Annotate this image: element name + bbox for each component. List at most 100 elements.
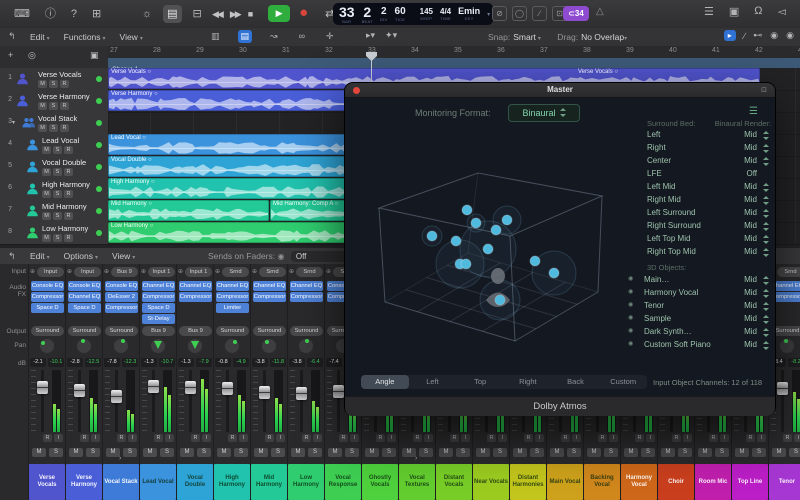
audio-fx-slot[interactable]: Compressor [31, 292, 64, 302]
i-button[interactable]: I [128, 434, 137, 442]
speaker-object-dot[interactable] [462, 205, 472, 215]
r-button[interactable]: R [413, 434, 422, 442]
r-button[interactable]: R [524, 434, 533, 442]
pan-knob[interactable] [113, 338, 129, 354]
channel-name[interactable]: Choir [658, 464, 694, 500]
input-slot[interactable]: Input [37, 267, 64, 277]
i-button[interactable]: I [165, 434, 174, 442]
audio-fx-slot[interactable]: Compressor [290, 292, 323, 302]
i-button[interactable]: I [720, 434, 729, 442]
peak-db-value[interactable]: -6.4 [307, 358, 323, 367]
channel-name[interactable]: High Harmony [214, 464, 250, 500]
collaboration-icon[interactable]: Ω [754, 5, 762, 18]
record-enable-dot[interactable] [96, 120, 102, 126]
r-button[interactable]: R [783, 434, 792, 442]
i-button[interactable]: I [498, 434, 507, 442]
audio-fx-slot[interactable]: Channel EQ [771, 281, 800, 291]
pan-knob[interactable] [150, 338, 166, 354]
m-button[interactable]: M [38, 80, 47, 88]
r-button[interactable]: R [450, 434, 459, 442]
m-button[interactable]: M [624, 448, 638, 457]
pan-knob[interactable] [187, 338, 203, 354]
audio-fx-slot[interactable]: Channel EQ [253, 281, 286, 291]
input-slot[interactable]: Srnd [259, 267, 286, 277]
i-button[interactable]: I [609, 434, 618, 442]
track-header[interactable]: 5Vocal DoubleMSR [0, 156, 109, 178]
audio-fx-slot[interactable]: Channel EQ [290, 281, 323, 291]
record-enable-dot[interactable] [96, 76, 102, 82]
m-button[interactable]: M [328, 448, 342, 457]
channel-name[interactable]: Verse Vocals [29, 464, 65, 500]
i-button[interactable]: I [54, 434, 63, 442]
forward-icon[interactable]: ▶▶ [230, 9, 240, 19]
r-button[interactable]: R [64, 168, 73, 176]
r-button[interactable]: R [60, 124, 69, 132]
speaker-object-dot[interactable] [461, 259, 471, 269]
s-button[interactable]: S [53, 146, 62, 154]
s-button[interactable]: S [382, 448, 396, 457]
m-button[interactable]: M [439, 448, 453, 457]
speaker-object-dot[interactable] [491, 225, 501, 235]
speaker-object-dot[interactable] [427, 231, 437, 241]
m-button[interactable]: M [69, 448, 83, 457]
view-button-right[interactable]: Right [504, 375, 552, 389]
channel-strip[interactable]: ⊕SrndChannel EQCompressorSurround-3.8-11… [250, 264, 288, 500]
i-button[interactable]: I [350, 434, 359, 442]
peak-db-value[interactable]: -12.5 [85, 358, 101, 367]
m-button[interactable]: M [217, 448, 231, 457]
stepper-icon[interactable] [762, 328, 769, 337]
s-button[interactable]: S [604, 448, 618, 457]
bed-render-value[interactable]: Mid [744, 195, 757, 204]
peak-db-value[interactable]: -4.9 [233, 358, 249, 367]
region-view-icon[interactable]: ▤ [238, 30, 253, 43]
r-button[interactable]: R [672, 434, 681, 442]
m-button[interactable]: M [42, 146, 51, 154]
catch-playhead-icon[interactable]: ✛ [323, 30, 337, 43]
plugin-menu-icon[interactable]: ☰ [749, 106, 759, 117]
i-button[interactable]: I [683, 434, 692, 442]
secondary-tool[interactable]: ✦▾ [385, 30, 397, 41]
s-button[interactable]: S [49, 124, 58, 132]
speaker-object-dot[interactable] [451, 236, 461, 246]
s-button[interactable]: S [567, 448, 581, 457]
audio-fx-slot[interactable]: Limiter [216, 303, 249, 313]
m-button[interactable]: M [291, 448, 305, 457]
stepper-icon[interactable] [762, 157, 769, 166]
track-header[interactable]: 2Verse HarmonyMSR [0, 90, 109, 112]
pointer-tool[interactable]: ▸▾ [366, 30, 375, 41]
m-button[interactable]: M [38, 124, 47, 132]
volume-db-value[interactable]: -3.8 [289, 358, 305, 367]
audio-fx-slot[interactable]: Compressor [105, 303, 138, 313]
pan-knob[interactable] [224, 338, 240, 354]
track-name[interactable]: Lead Vocal [42, 136, 79, 145]
menu-view[interactable]: View▾ [120, 32, 143, 42]
track-header[interactable]: 3▾Vocal StackMSR [0, 112, 109, 134]
add-track-button[interactable]: + [8, 50, 13, 60]
s-button[interactable]: S [197, 448, 211, 457]
r-button[interactable]: R [487, 434, 496, 442]
stepper-icon[interactable] [762, 276, 769, 285]
stepper-icon[interactable] [762, 144, 769, 153]
r-button[interactable]: R [43, 434, 52, 442]
s-button[interactable]: S [160, 448, 174, 457]
speaker-object-dot[interactable] [471, 218, 481, 228]
audio-fx-slot[interactable]: DeEsser 2 [105, 292, 138, 302]
toolbar-icon-3[interactable]: ∕ [532, 6, 547, 21]
volume-db-value[interactable]: -1.3 [141, 358, 157, 367]
menu-edit[interactable]: Edit▾ [30, 32, 50, 42]
r-button[interactable]: R [60, 102, 69, 110]
input-slot[interactable]: Input 1 [185, 267, 212, 277]
audio-fx-slot[interactable]: Channel EQ [216, 281, 249, 291]
r-button[interactable]: R [60, 80, 69, 88]
speaker-object-dot[interactable] [495, 295, 505, 305]
m-button[interactable]: M [42, 234, 51, 242]
output-slot[interactable]: Surround [31, 326, 64, 336]
i-button[interactable]: I [313, 434, 322, 442]
track-header[interactable]: 6High HarmonyMSR [0, 178, 109, 200]
view-button-left[interactable]: Left [409, 375, 457, 389]
channel-strip[interactable]: ⊕SrndChannel EQCompressorLimiterSurround… [213, 264, 251, 500]
m-button[interactable]: M [42, 212, 51, 220]
menu-functions[interactable]: Functions▾ [64, 32, 106, 42]
input-slot[interactable]: Srnd [296, 267, 323, 277]
menu-edit[interactable]: Edit▾ [30, 251, 50, 261]
